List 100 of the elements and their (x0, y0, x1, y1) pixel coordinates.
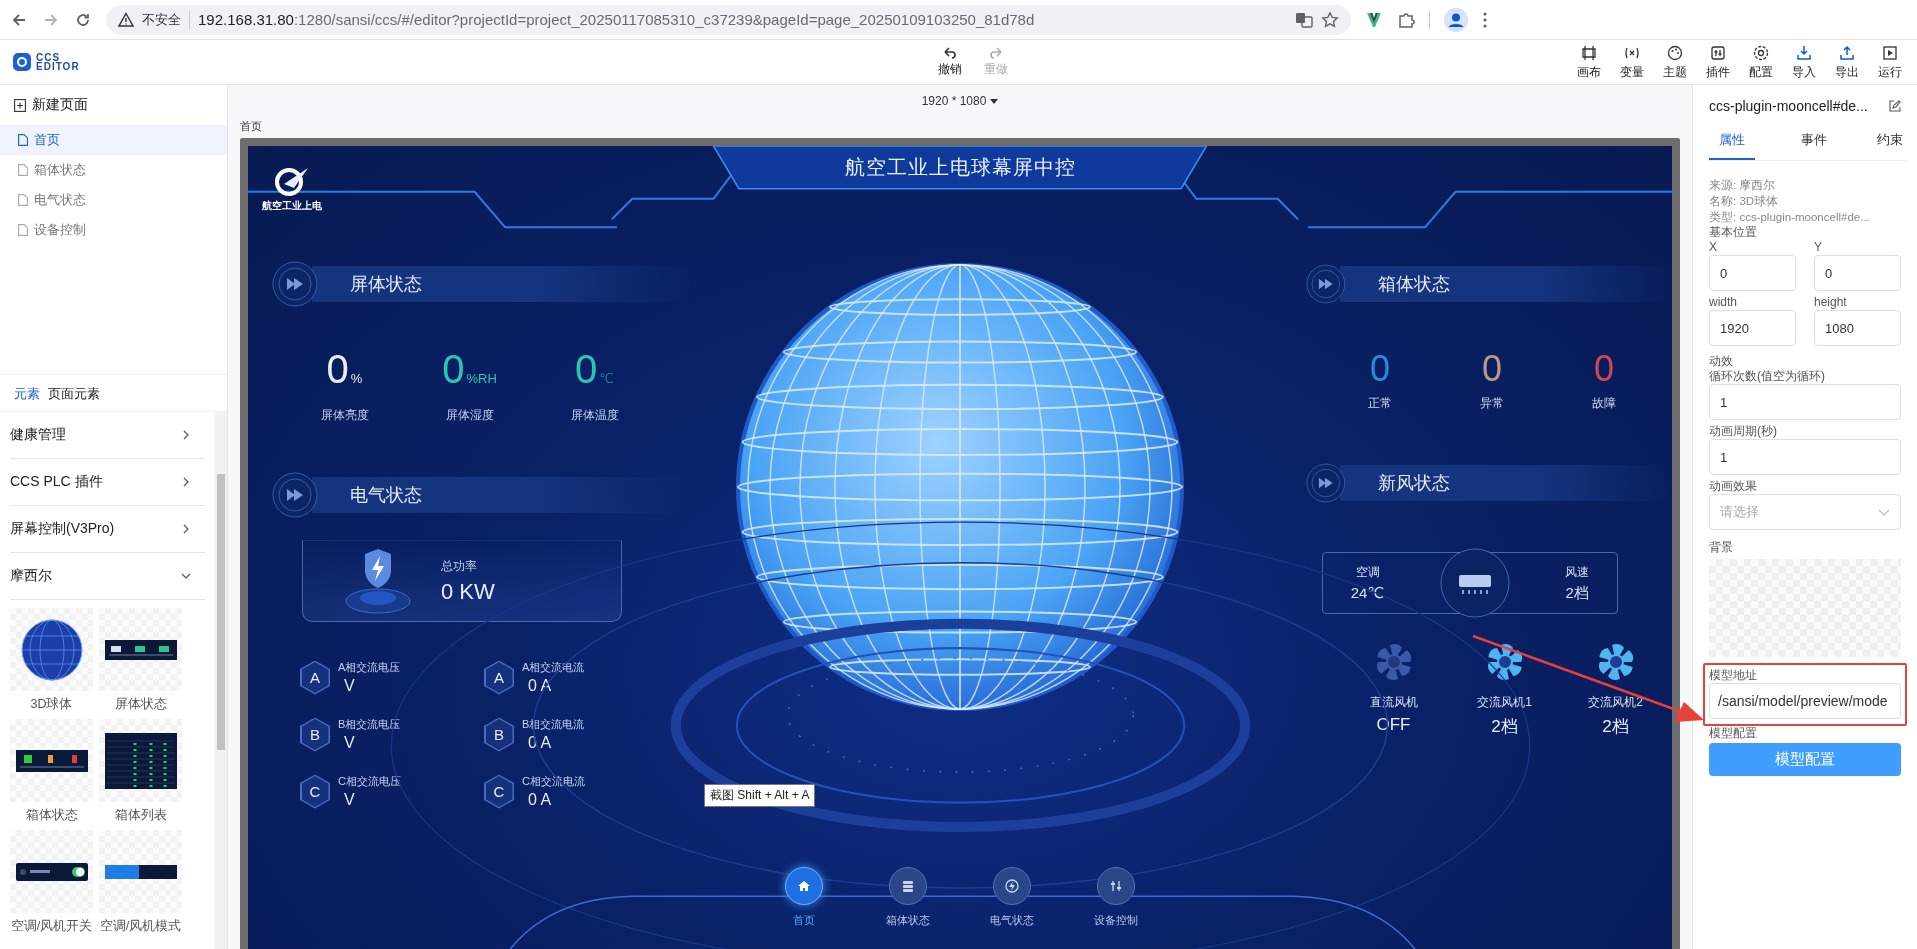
component-thumbnail[interactable] (10, 830, 93, 913)
translate-icon[interactable] (1295, 10, 1313, 29)
count-label: 故障 (1592, 395, 1616, 412)
undo-button[interactable]: 撤销 (935, 47, 965, 78)
profile-icon[interactable] (1444, 7, 1468, 32)
plugin-icon (1709, 43, 1727, 62)
new-page-button[interactable]: 新建页面 (0, 85, 227, 125)
phase-badge: C (484, 774, 514, 809)
component-label: 屏体状态 (114, 696, 167, 713)
logo-caption: 航空工业上电 (262, 199, 322, 213)
component-label: 空调/风机开关 (10, 918, 93, 935)
property-tab[interactable]: 约束 (1873, 125, 1907, 160)
power-shield-icon (343, 546, 413, 616)
phase-badge: C (300, 774, 330, 809)
logo-text: EDITOR (36, 62, 80, 71)
input-field[interactable]: 1 (1709, 384, 1901, 420)
field-label: 动画周期(秒) (1709, 424, 1778, 439)
toolbar-button[interactable]: 导出 (1832, 43, 1862, 81)
phase-badge: A (484, 660, 514, 695)
component-thumbnail[interactable] (99, 830, 182, 913)
menu-icon[interactable] (1482, 10, 1488, 29)
section-label: 基本位置 (1709, 225, 1758, 240)
scrollbar[interactable] (215, 412, 227, 949)
input-field[interactable]: /sansi/model/preview/mode (1709, 683, 1901, 719)
undo-icon (943, 47, 957, 59)
toolbar-button[interactable]: 变量 (1617, 43, 1647, 81)
field-label: width (1709, 295, 1738, 310)
phase-label: A相交流电压 (338, 660, 401, 675)
resolution-dropdown[interactable]: 1920 * 1080 (240, 88, 1680, 114)
phase-value: 0 A (528, 677, 553, 695)
security-label[interactable]: 不安全 (142, 10, 181, 29)
nav-tab[interactable]: 箱体状态 (885, 867, 931, 941)
fan-label: 直流风机 (1369, 694, 1418, 711)
component-thumbnail[interactable] (99, 608, 182, 691)
air-conditioner-icon (1439, 548, 1510, 618)
puzzle-icon[interactable] (1397, 10, 1415, 29)
input-field[interactable]: 1920 (1709, 310, 1796, 346)
caret-icon (990, 98, 999, 104)
toolbar-button[interactable]: 插件 (1703, 43, 1733, 81)
page-label: 首页 (240, 119, 263, 134)
tooltip: 截图 Shift + Alt + A (704, 784, 816, 807)
count-label: 异常 (1480, 395, 1504, 412)
page-item[interactable]: 电气状态 (0, 185, 227, 215)
component-label: 空调/风机模式 (99, 918, 182, 935)
phase-value: V (344, 677, 356, 695)
logo-icon (12, 52, 32, 72)
add-page-icon (14, 98, 26, 112)
bookmark-star-icon[interactable] (1321, 10, 1339, 29)
page-item[interactable]: 箱体状态 (0, 155, 227, 185)
speed-label: 风速 (1565, 563, 1590, 581)
edit-icon[interactable] (1889, 100, 1901, 112)
upload-icon (1838, 43, 1856, 62)
url-text: 192.168.31.80:1280/sansi/ccs/#/editor?projectId=project_20250117085310_c37239&pageId=page_20250109103250_81d78d (198, 11, 1035, 28)
input-field[interactable]: 0 (1709, 255, 1796, 291)
metric-label: 屏体亮度 (320, 407, 369, 424)
fan-value: 2档 (1491, 716, 1518, 738)
page-item[interactable]: 设备控制 (0, 215, 227, 245)
panel-tab[interactable]: 页面元素 (48, 385, 100, 403)
warning-icon (118, 11, 134, 28)
category-header[interactable]: 摩西尔 (10, 553, 205, 600)
field-label: 循环次数(值空为循环) (1709, 369, 1826, 384)
panel-tab[interactable]: 元素 (14, 385, 40, 403)
toolbar-button[interactable]: 配置 (1746, 43, 1776, 81)
field-label: 背景 (1709, 540, 1734, 555)
globe-preview-drawing (19, 617, 84, 682)
phase-badge: B (484, 717, 514, 752)
extension-v-icon[interactable] (1365, 10, 1383, 29)
address-bar[interactable]: 不安全 192.168.31.80:1280/sansi/ccs/#/editor?projectId=project_20250117085310_c37239&pageId=page_20250109103250_81d78d (106, 4, 1351, 35)
input-field[interactable]: 1080 (1814, 310, 1901, 346)
phase-value: 0 A (528, 791, 553, 809)
fan-label: 交流风机1 (1477, 694, 1532, 711)
count-value: 0 (1482, 347, 1502, 391)
component-thumbnail[interactable] (99, 719, 182, 802)
power-value: 0 KW (441, 578, 495, 605)
info-line: 类型: ccs-plugin-mooncell#de... (1709, 210, 1871, 225)
toolbar-button[interactable]: 导入 (1789, 43, 1819, 81)
category-header[interactable]: 屏幕控制(V3Pro) (10, 506, 205, 553)
input-field[interactable]: 1 (1709, 439, 1901, 475)
category-header[interactable]: CCS PLC 插件 (10, 459, 205, 506)
redo-icon (989, 47, 1003, 59)
nav-tab[interactable]: 电气状态 (989, 867, 1035, 941)
toolbar-button[interactable]: 运行 (1875, 43, 1905, 81)
phase-label: C相交流电压 (338, 774, 401, 789)
toolbar-button[interactable]: 主题 (1660, 43, 1690, 81)
component-thumbnail[interactable] (10, 719, 93, 802)
component-label: 箱体状态 (25, 807, 78, 824)
category-header[interactable]: 健康管理 (10, 412, 205, 459)
field-label: Y (1814, 240, 1823, 255)
input-field[interactable]: 0 (1814, 255, 1901, 291)
nav-tab[interactable]: 首页 (781, 867, 827, 941)
settings-icon (1752, 43, 1770, 62)
nav-tab[interactable]: 设备控制 (1093, 867, 1139, 941)
property-tab[interactable]: 事件 (1797, 125, 1831, 160)
property-tab[interactable]: 属性 (1709, 125, 1755, 160)
toolbar-button[interactable]: 画布 (1574, 43, 1604, 81)
metric-value: 0% (326, 347, 363, 393)
file-icon (18, 164, 28, 176)
page-item[interactable]: 首页 (0, 125, 227, 155)
power-label: 总功率 (441, 557, 478, 575)
component-thumbnail[interactable] (10, 608, 93, 691)
